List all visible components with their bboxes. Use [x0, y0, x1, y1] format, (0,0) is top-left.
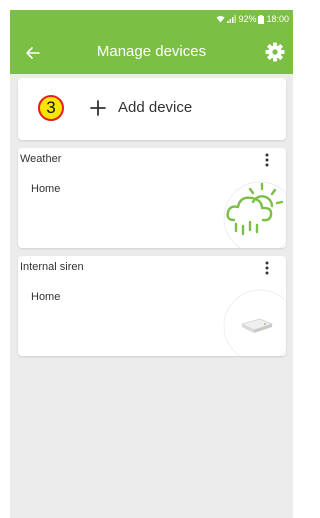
app-bar: Manage devices — [10, 30, 293, 74]
page-title: Manage devices — [96, 43, 207, 60]
more-options-icon[interactable] — [264, 152, 270, 168]
device-card-internal-siren[interactable]: Internal siren Home — [18, 256, 286, 356]
weather-cloud-rain-icon — [223, 181, 286, 248]
battery-icon — [258, 14, 265, 24]
wifi-icon — [216, 16, 225, 23]
step-number-badge: 3 — [38, 95, 64, 121]
add-device-label: Add device — [118, 99, 193, 116]
device-name: Internal siren — [20, 261, 84, 273]
status-indicators: 92% 18:00 — [216, 14, 289, 24]
clock: 18:00 — [266, 14, 289, 24]
signal-icon — [227, 15, 237, 23]
device-location: Home — [31, 183, 61, 195]
phone-screen: 92% 18:00 Manage devices 3 Add device We… — [10, 10, 293, 518]
plus-icon — [90, 100, 106, 116]
more-options-icon[interactable] — [264, 260, 270, 276]
gear-icon[interactable] — [265, 42, 285, 62]
battery-percent: 92% — [238, 14, 257, 24]
add-device-button[interactable]: 3 Add device — [18, 78, 286, 140]
siren-device-icon — [223, 289, 286, 356]
device-card-weather[interactable]: Weather Home — [18, 148, 286, 248]
device-name: Weather — [20, 153, 62, 165]
status-bar: 92% 18:00 — [10, 10, 293, 30]
device-location: Home — [31, 291, 61, 303]
